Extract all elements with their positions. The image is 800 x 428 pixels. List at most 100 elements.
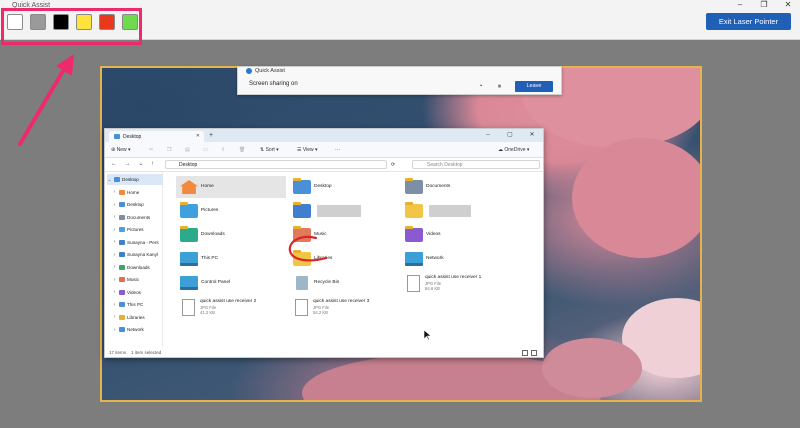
details-view-icon[interactable] <box>522 350 528 356</box>
more-options-icon[interactable]: ··· <box>335 146 340 154</box>
folder-icon <box>119 202 125 207</box>
quick-assist-window: Quick Assist Screen sharing on ◔ ⏸ Leave <box>237 66 562 95</box>
folder-icon <box>119 214 125 220</box>
folder-icon <box>119 189 125 195</box>
folder-icon <box>405 202 423 218</box>
close-tab-icon[interactable]: ✕ <box>196 131 200 142</box>
home-icon <box>180 180 198 194</box>
copy-icon[interactable]: ❐ <box>167 146 171 154</box>
explorer-titlebar: Desktop ✕ + – ▢ ✕ <box>105 129 543 142</box>
chevron-right-icon[interactable]: › <box>112 277 117 283</box>
chevron-right-icon[interactable]: › <box>112 302 117 308</box>
sort-button[interactable]: ⇅ Sort ▾ <box>260 146 279 154</box>
file-item[interactable]: Control Panel <box>176 272 286 294</box>
red-circle-annotation <box>288 235 328 262</box>
sidebar-item[interactable]: › Downloads <box>107 262 163 273</box>
file-item[interactable]: quick assist use receiver 1 JPG File 84.6 … <box>401 272 511 294</box>
sidebar-item[interactable]: › Music <box>107 274 163 285</box>
chevron-right-icon[interactable]: › <box>112 189 117 195</box>
file-list: Home Desktop Documents Pictures Downloads Mus… <box>164 172 543 347</box>
file-item[interactable]: Network <box>401 248 511 270</box>
file-item[interactable]: Desktop <box>289 176 399 198</box>
redacted-label <box>429 205 471 217</box>
leave-button[interactable]: Leave <box>515 81 553 92</box>
file-item[interactable]: Downloads <box>176 224 286 246</box>
chevron-right-icon[interactable]: › <box>112 202 117 208</box>
chevron-right-icon[interactable]: › <box>112 264 117 270</box>
onedrive-button[interactable]: ☁ OneDrive ▾ <box>498 146 529 154</box>
file-item[interactable]: Recycle Bin <box>289 272 399 294</box>
folder-icon <box>405 226 423 242</box>
file-item[interactable]: Videos <box>401 224 511 246</box>
tab-desktop[interactable]: Desktop ✕ <box>109 131 204 142</box>
minimize-icon[interactable]: – <box>477 129 499 141</box>
desktop-icon <box>114 134 120 139</box>
pause-icon[interactable]: ⏸ <box>494 82 505 91</box>
sidebar-item[interactable]: › Videos <box>107 287 163 298</box>
new-button[interactable]: ⊕ New ▾ <box>111 146 131 154</box>
sidebar-item[interactable]: › Libraries <box>107 312 163 323</box>
explorer-window-controls: – ▢ ✕ <box>477 129 543 141</box>
close-icon[interactable]: ✕ <box>776 0 800 10</box>
folder-icon <box>405 178 423 194</box>
cut-icon[interactable]: ✂ <box>149 146 153 154</box>
sidebar-item[interactable]: › Network <box>107 324 163 335</box>
rename-icon[interactable]: ▭ <box>203 146 208 154</box>
screen-sharing-status: Screen sharing on <box>249 81 298 87</box>
sidebar-item[interactable]: ⌄ Desktop <box>107 174 163 185</box>
sidebar-item[interactable]: › Pictures <box>107 224 163 235</box>
address-bar[interactable]: Desktop <box>165 160 387 169</box>
sidebar-item[interactable]: › Documents <box>107 212 163 223</box>
chevron-right-icon[interactable]: › <box>112 227 117 233</box>
status-bar: 17 items 1 item selected <box>105 348 543 358</box>
chevron-right-icon[interactable]: › <box>112 314 117 320</box>
folder-icon <box>119 277 125 282</box>
tiles-view-icon[interactable] <box>531 350 537 356</box>
explorer-toolbar: ⊕ New ▾ ✂ ❐ ▤ ▭ ⇪ 🗑 ⇅ Sort ▾ ☰ View ▾ ··… <box>105 142 543 158</box>
recycle-bin-icon <box>296 276 308 290</box>
paste-icon[interactable]: ▤ <box>185 146 190 154</box>
file-item[interactable]: quick assist use receiver 2 JPG File 41.2 … <box>176 296 286 318</box>
folder-icon <box>119 289 125 295</box>
maximize-icon[interactable]: ▢ <box>499 129 521 141</box>
sidebar-item[interactable]: › This PC <box>107 299 163 310</box>
chevron-right-icon[interactable]: ⌄ <box>107 177 112 183</box>
new-tab-icon[interactable]: + <box>209 132 213 139</box>
folder-icon <box>293 178 311 194</box>
maximize-icon[interactable]: ❐ <box>752 0 776 10</box>
chevron-right-icon[interactable]: › <box>112 214 117 220</box>
folder-icon <box>119 327 125 332</box>
sidebar-item[interactable]: › Sunayna - Pers <box>107 237 163 248</box>
share-icon[interactable]: ⇪ <box>221 146 225 154</box>
search-input[interactable]: Search Desktop <box>412 160 540 169</box>
chevron-right-icon[interactable]: › <box>112 239 117 245</box>
folder-icon <box>119 302 125 307</box>
sidebar-item[interactable]: › Desktop <box>107 199 163 210</box>
monitor-icon <box>180 276 198 290</box>
sidebar-item[interactable]: › Sunayna Kanyl <box>107 249 163 260</box>
chevron-right-icon[interactable]: › <box>112 289 117 295</box>
sidebar-item[interactable]: › Home <box>107 187 163 198</box>
folder-icon <box>180 226 198 242</box>
refresh-icon[interactable]: ⟳ <box>391 161 395 169</box>
qa-title: Quick Assist <box>246 68 285 74</box>
file-item[interactable]: This PC <box>176 248 286 270</box>
exit-laser-pointer-button[interactable]: Exit Laser Pointer <box>706 13 791 30</box>
navigation-arrows[interactable]: ← → ⌄ ↑ <box>111 160 157 167</box>
chevron-right-icon[interactable]: › <box>112 327 117 333</box>
file-item[interactable]: Documents <box>401 176 511 198</box>
window-controls: – ❐ ✕ <box>728 0 800 10</box>
chat-icon[interactable]: ◔ <box>475 82 486 91</box>
minimize-icon[interactable]: – <box>728 0 752 10</box>
folder-icon <box>119 264 125 270</box>
image-file-icon <box>182 298 195 316</box>
chevron-right-icon[interactable]: › <box>112 252 117 258</box>
file-item[interactable]: Pictures <box>176 200 286 222</box>
file-item[interactable]: quick assist use receiver 3 JPG File 54.2 … <box>289 296 399 318</box>
delete-icon[interactable]: 🗑 <box>239 146 245 154</box>
file-item[interactable]: Home <box>176 176 286 198</box>
close-icon[interactable]: ✕ <box>521 129 543 141</box>
view-button[interactable]: ☰ View ▾ <box>297 146 318 154</box>
folder-icon <box>293 202 311 218</box>
folder-icon <box>114 177 120 182</box>
